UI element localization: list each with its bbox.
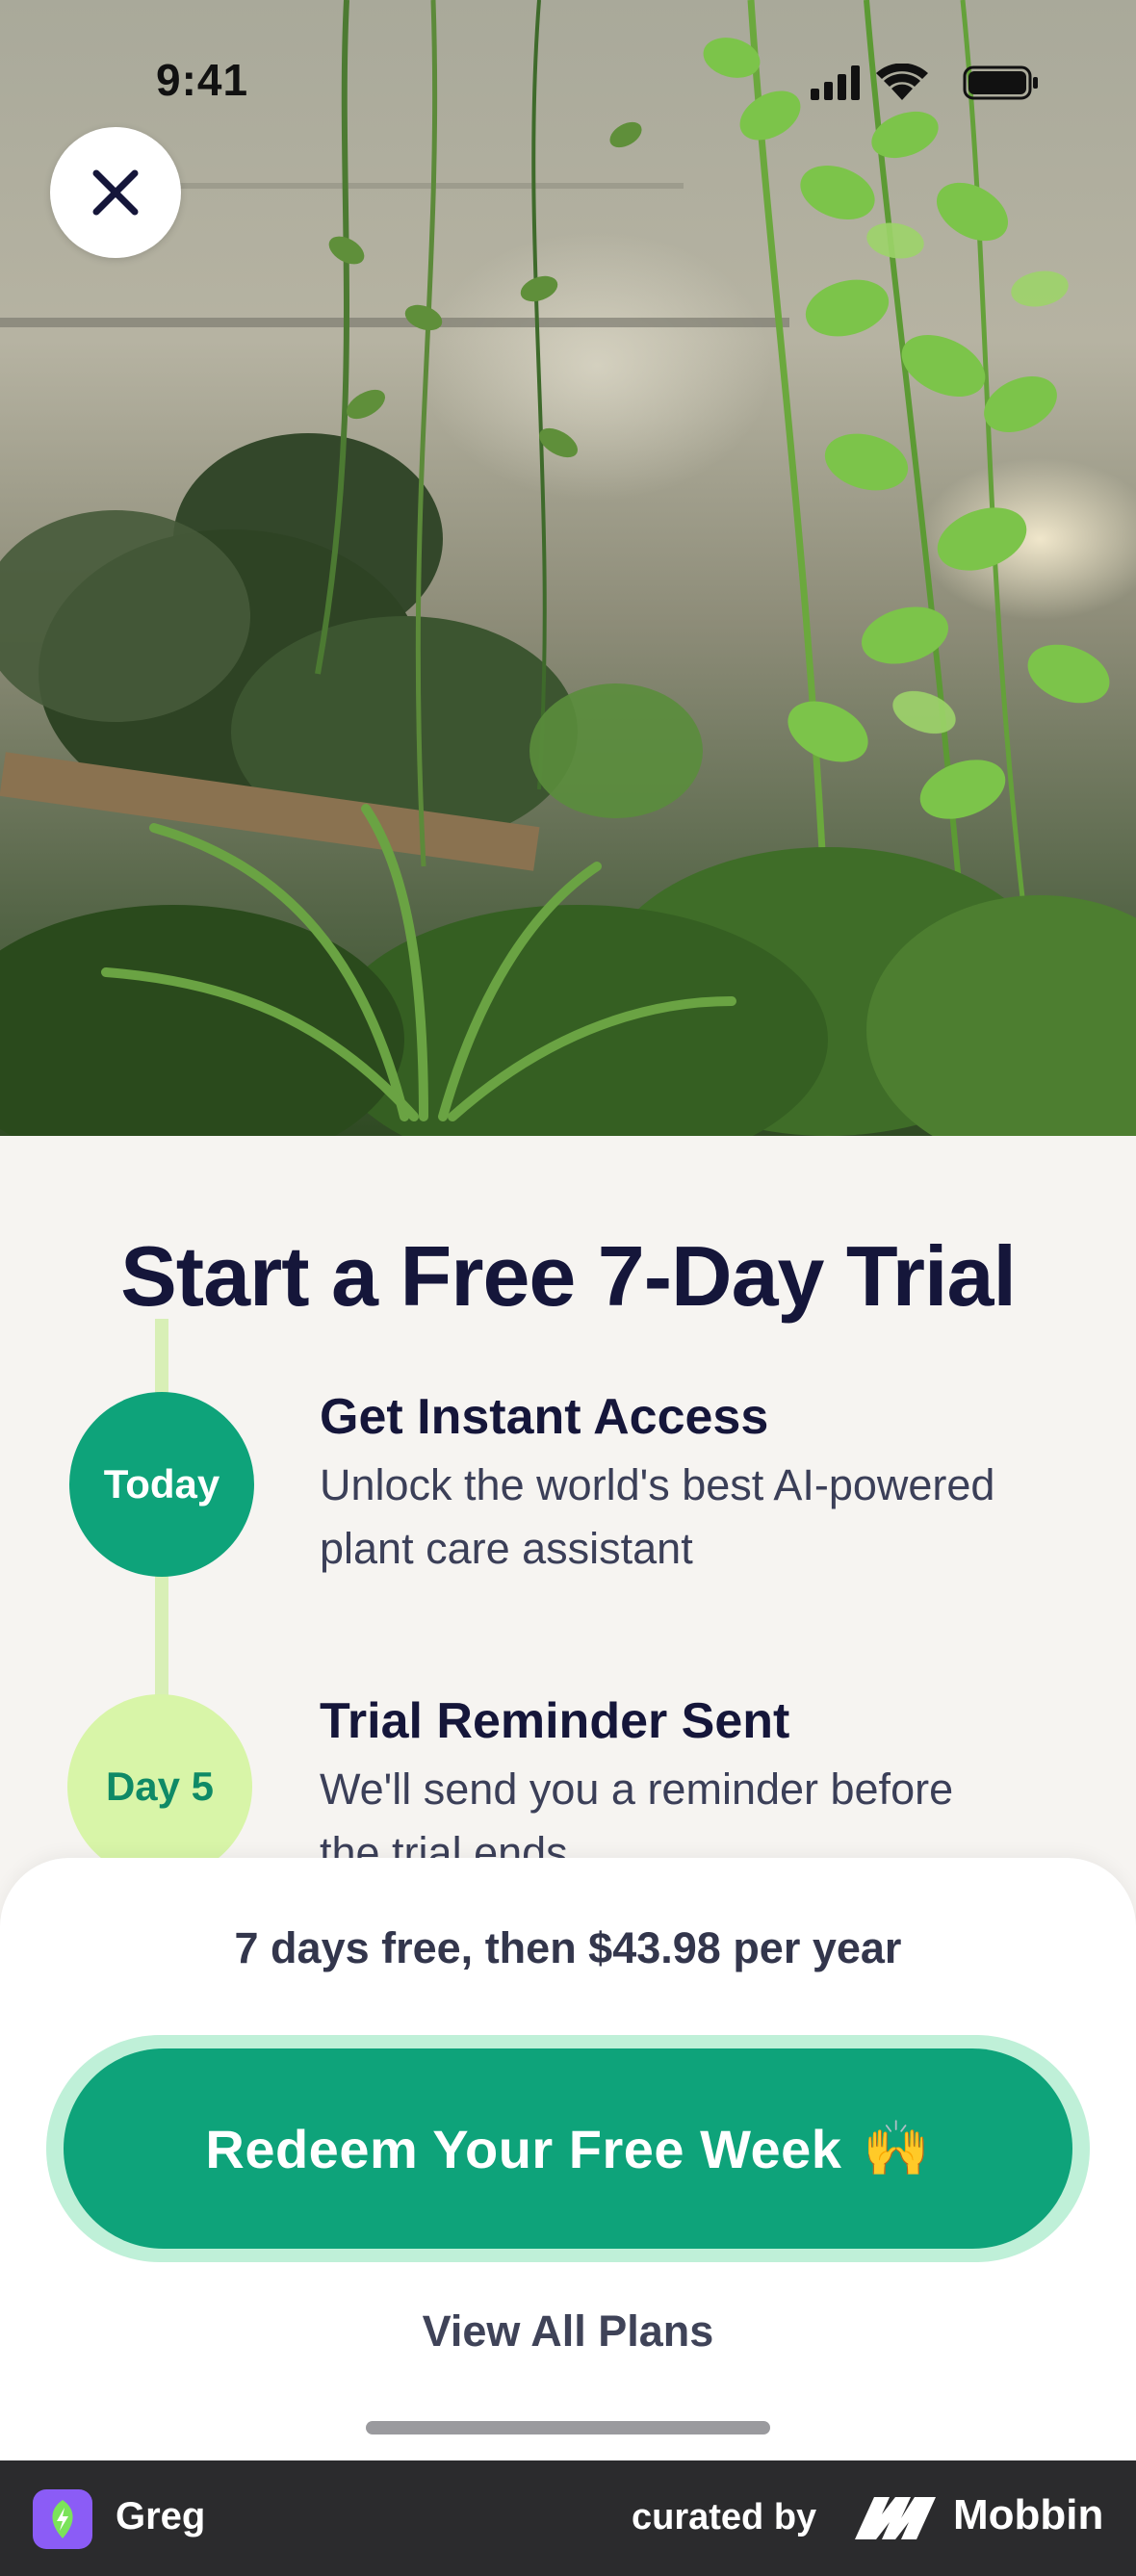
wifi-icon (876, 64, 928, 100)
view-all-plans-link[interactable]: View All Plans (0, 2306, 1136, 2357)
home-indicator[interactable] (366, 2421, 770, 2434)
cta-label: Redeem Your Free Week (205, 2118, 842, 2179)
step-desc-instant-access: Unlock the world's best AI-powered plant… (320, 1454, 1090, 1581)
footer-bar: Greg curated by Mobbin (0, 2460, 1136, 2576)
trial-section: Start a Free 7-Day Trial Today Get Insta… (0, 1136, 1136, 1868)
curated-by-label: curated by (632, 2497, 817, 2537)
step-today-badge: Today (69, 1392, 254, 1577)
step-day5-label: Day 5 (105, 1764, 215, 1809)
close-button[interactable] (50, 127, 181, 258)
redeem-free-week-button[interactable]: Redeem Your Free Week 🙌 (64, 2048, 1072, 2249)
close-icon (92, 169, 139, 216)
leaf-bolt-icon (52, 2500, 73, 2538)
step-desc-line: We'll send you a reminder before (320, 1765, 954, 1814)
step-day5-badge: Day 5 (67, 1694, 252, 1868)
app-name: Greg (116, 2495, 206, 2537)
mobbin-logo-icon (855, 2497, 936, 2539)
purchase-sheet: 7 days free, then $43.98 per year Redeem… (0, 1858, 1136, 2460)
step-desc-line: Unlock the world's best AI-powered (320, 1460, 995, 1509)
hero-plant-photo: 9:41 (0, 0, 1136, 1136)
battery-icon (963, 65, 1038, 100)
mobbin-brand: Mobbin (953, 2491, 1104, 2538)
signal-icon (811, 65, 860, 100)
app-icon (33, 2489, 92, 2549)
step-desc-line: plant care assistant (320, 1524, 693, 1573)
price-text: 7 days free, then $43.98 per year (234, 1923, 902, 1972)
step-title-reminder: Trial Reminder Sent (320, 1693, 790, 1749)
status-time: 9:41 (156, 55, 249, 105)
step-today-label: Today (103, 1461, 220, 1507)
status-bar: 9:41 (0, 0, 1136, 144)
step-desc-reminder: We'll send you a reminder before the tri… (320, 1758, 1090, 1868)
raising-hands-emoji: 🙌 (863, 2118, 931, 2178)
trial-title: Start a Free 7-Day Trial (120, 1228, 1017, 1324)
step-title-instant-access: Get Instant Access (320, 1389, 769, 1445)
